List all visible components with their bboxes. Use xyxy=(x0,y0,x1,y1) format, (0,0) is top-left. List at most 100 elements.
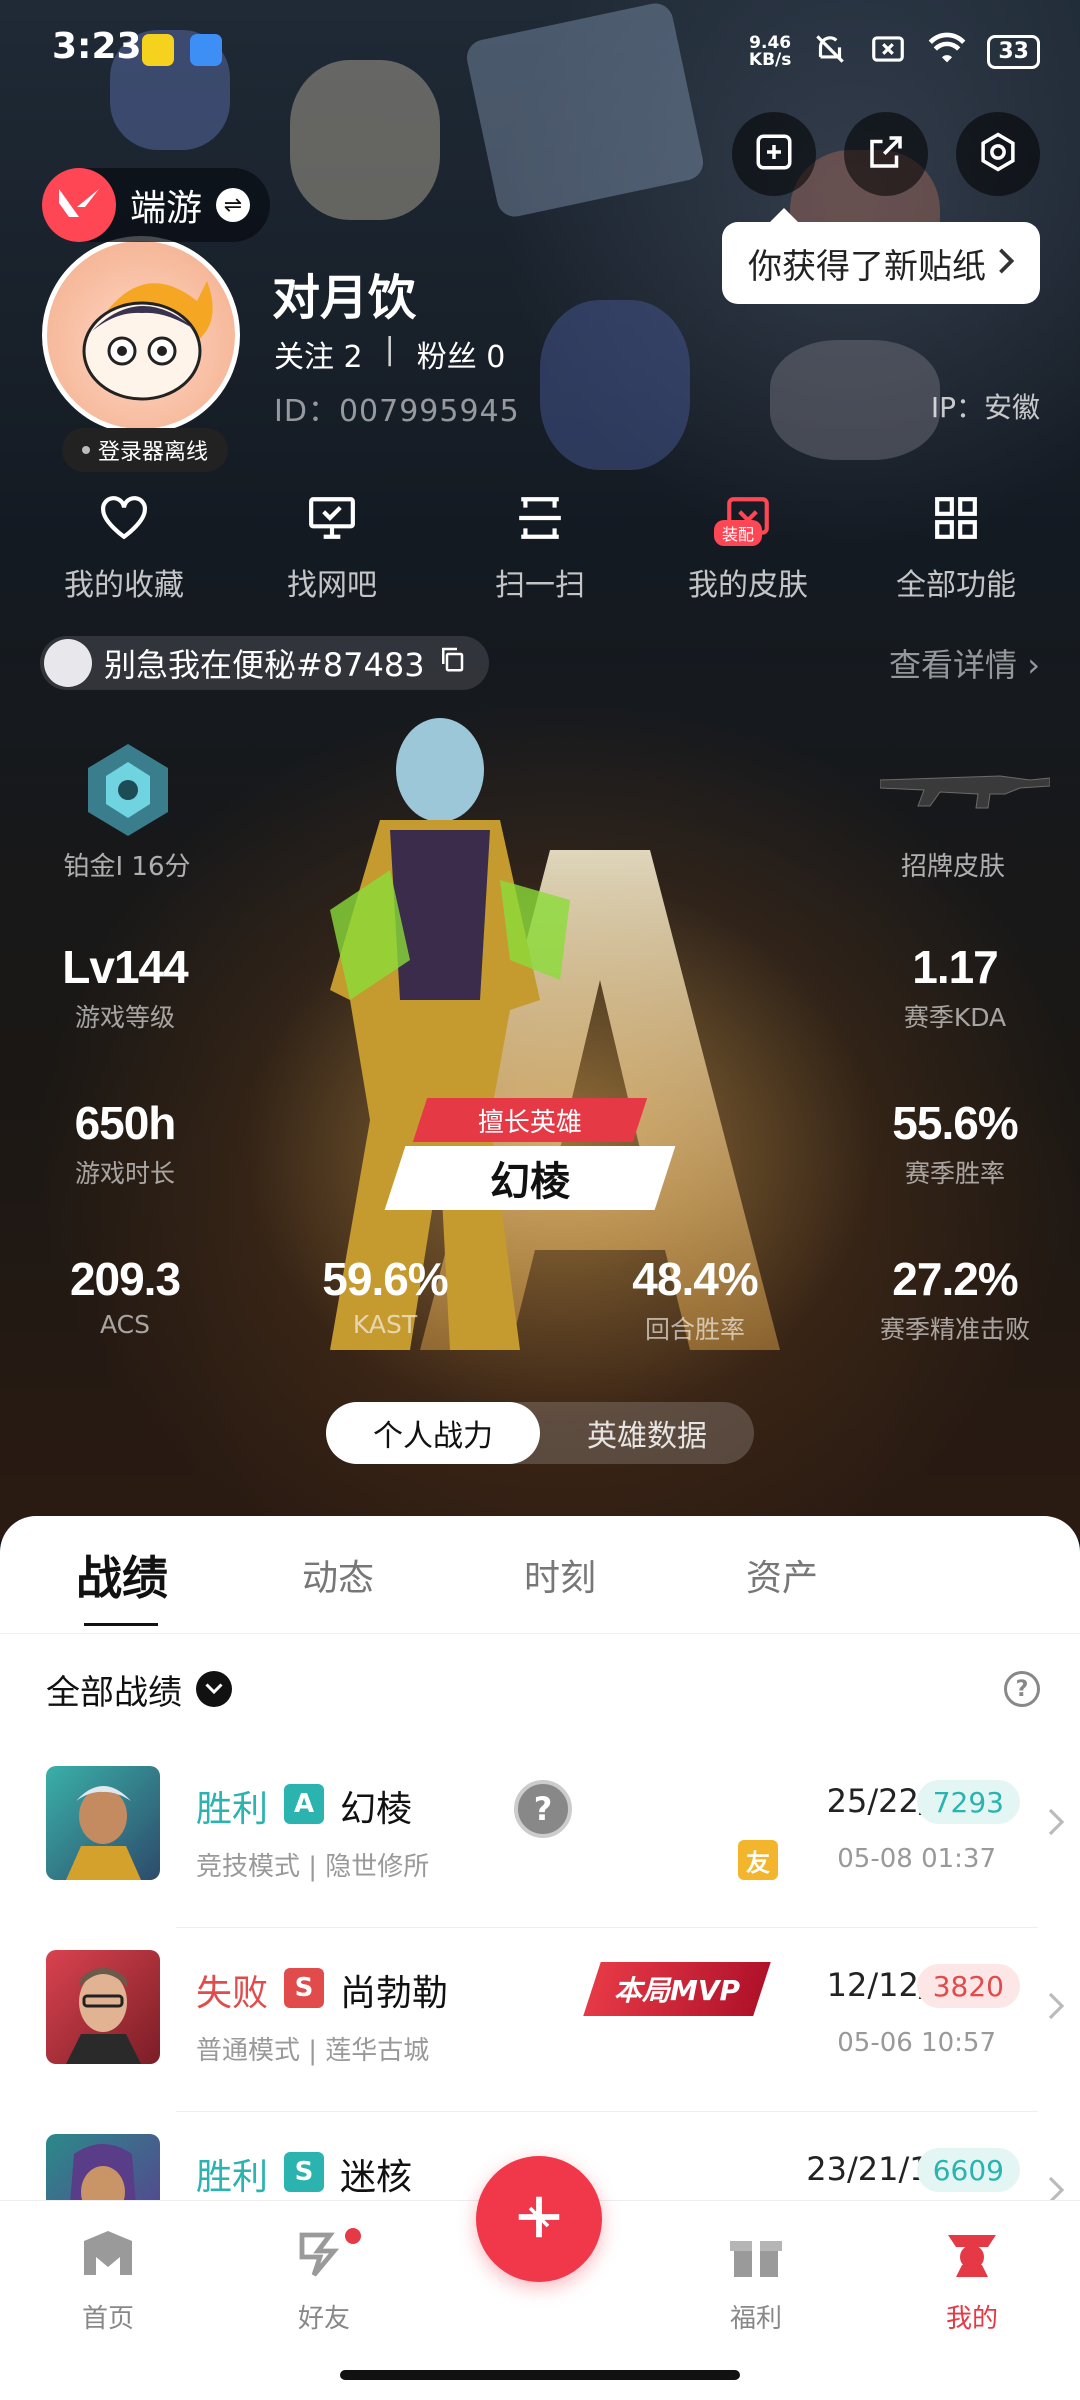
account-avatar xyxy=(44,639,92,687)
user-id: ID：007995945 xyxy=(274,394,520,429)
chevron-right-icon xyxy=(998,243,1015,283)
wifi-icon xyxy=(927,31,967,73)
heart-icon xyxy=(96,490,152,546)
quick-action-favorites[interactable]: 我的收藏 xyxy=(24,490,224,604)
stat-kast: 59.6% KAST xyxy=(322,1253,448,1339)
signature-skin-label: 招牌皮肤 xyxy=(900,852,1005,882)
riot-id-pill[interactable]: 别急我在便秘#87483 xyxy=(40,636,489,690)
match-agent: 尚勃勒 xyxy=(340,1973,449,2014)
valorant-logo-icon xyxy=(42,168,116,242)
equip-badge: 装配 xyxy=(714,520,763,546)
riot-id: 别急我在便秘#87483 xyxy=(104,646,425,684)
home-indicator xyxy=(340,2370,740,2380)
platinum-rank-icon xyxy=(88,744,168,836)
quick-action-skins[interactable]: 装配 我的皮肤 xyxy=(648,490,848,604)
stat-round-winrate: 48.4% 回合胜率 xyxy=(632,1253,758,1344)
share-icon xyxy=(865,131,907,177)
sticker-6[interactable] xyxy=(770,340,940,460)
tab-records[interactable]: 战绩 xyxy=(44,1542,266,1626)
sticker-5[interactable] xyxy=(540,300,690,470)
weapon-skin-icon[interactable] xyxy=(880,758,1050,818)
tab-assets[interactable]: 资产 xyxy=(710,1549,932,1601)
best-hero-badge: 擅长英雄 幻棱 xyxy=(380,1098,680,1210)
stat-winrate: 55.6% 赛季胜率 xyxy=(892,1097,1018,1188)
match-score: 3820 xyxy=(916,1964,1020,2008)
agent-avatar xyxy=(46,1950,160,2064)
nav-me[interactable]: 我的 xyxy=(902,2229,1042,2335)
share-button[interactable] xyxy=(844,112,928,196)
status-dot xyxy=(82,446,90,454)
records-filter-dropdown[interactable]: 全部战绩 xyxy=(46,1665,232,1714)
follow-stats: 关注 2 | 粉丝 0 xyxy=(274,332,505,376)
skin-icon: 装配 xyxy=(714,490,776,546)
nav-rewards[interactable]: 福利 xyxy=(686,2229,826,2335)
tab-feed[interactable]: 动态 xyxy=(266,1549,488,1601)
sticker-add-icon xyxy=(753,131,795,177)
username: 对月饮 xyxy=(272,270,417,326)
quick-action-scan[interactable]: 扫一扫 xyxy=(440,490,640,604)
rank-label: 铂金I 16分 xyxy=(63,852,191,882)
copy-icon[interactable] xyxy=(437,644,467,682)
match-agent: 幻棱 xyxy=(340,1789,413,1830)
match-result: 胜利 xyxy=(196,1789,269,1830)
quick-action-net-cafe[interactable]: 找网吧 xyxy=(232,490,432,604)
help-icon[interactable]: ? xyxy=(1004,1671,1040,1707)
login-status-badge: 登录器离线 xyxy=(62,428,229,472)
quick-action-all[interactable]: 全部功能 xyxy=(856,490,1056,604)
grid-icon xyxy=(928,490,984,546)
nav-friends[interactable]: 好友 xyxy=(254,2225,394,2335)
quick-actions: 我的收藏 找网吧 扫一扫 装配 我的皮肤 全部功能 xyxy=(0,490,1080,604)
app-notification-icon xyxy=(142,34,174,66)
view-details-link[interactable]: 查看详情 › xyxy=(889,640,1040,686)
match-item[interactable]: 失败 S 尚勃勒 本局MVP 普通模式 | 莲华古城 12/12/2 3820 … xyxy=(46,1928,1080,2112)
nav-home[interactable]: 首页 xyxy=(38,2229,178,2335)
top-actions xyxy=(732,112,1040,196)
app-notification-icon-2 xyxy=(190,34,222,66)
sticker-toast-text: 你获得了新贴纸 xyxy=(748,246,986,287)
user-avatar[interactable] xyxy=(42,236,240,434)
ip-location: IP：安徽 xyxy=(930,391,1040,424)
home-icon xyxy=(80,2229,136,2286)
records-filter-row: 全部战绩 ? xyxy=(0,1634,1080,1744)
best-hero-tag: 擅长英雄 xyxy=(412,1098,648,1142)
battery-indicator: 33 xyxy=(987,35,1040,69)
best-hero-name: 幻棱 xyxy=(384,1146,676,1210)
match-score: 6609 xyxy=(916,2148,1020,2192)
status-time: 3:23 xyxy=(52,26,142,67)
status-bar: 3:23 9.46 KB/s 33 xyxy=(0,0,1080,100)
plus-icon xyxy=(512,2190,566,2248)
fans-count[interactable]: 粉丝 0 xyxy=(417,332,506,376)
following-count[interactable]: 关注 2 xyxy=(274,332,363,376)
tab-moments[interactable]: 时刻 xyxy=(488,1549,710,1601)
friend-badge: 友 xyxy=(738,1840,778,1880)
match-grade: S xyxy=(284,1968,324,2008)
match-result: 胜利 xyxy=(196,2157,269,2198)
match-mode: 竞技模式 | 隐世修所 xyxy=(196,1852,430,1882)
segment-personal-power[interactable]: 个人战力 xyxy=(326,1402,540,1464)
gear-icon xyxy=(977,131,1019,177)
scan-icon xyxy=(512,490,568,546)
mvp-badge: 本局MVP xyxy=(583,1962,771,2016)
settings-button[interactable] xyxy=(956,112,1040,196)
profile-icon xyxy=(944,2229,1000,2286)
stat-hours: 650h 游戏时长 xyxy=(74,1097,177,1188)
stat-kda: 1.17 赛季KDA xyxy=(903,941,1007,1032)
create-post-button[interactable] xyxy=(476,2156,602,2282)
add-sticker-button[interactable] xyxy=(732,112,816,196)
chevron-right-icon xyxy=(1048,1808,1065,1840)
sim-off-icon xyxy=(869,30,907,74)
stat-precision: 27.2% 赛季精准击败 xyxy=(879,1253,1030,1344)
game-switcher[interactable]: 端游 ⇌ xyxy=(42,168,271,242)
stat-level: Lv144 游戏等级 xyxy=(62,941,188,1032)
match-result: 失败 xyxy=(196,1973,269,2014)
question-icon[interactable]: ? xyxy=(514,1780,572,1838)
swap-icon: ⇌ xyxy=(216,188,251,222)
content-tabs: 战绩 动态 时刻 资产 xyxy=(0,1516,1080,1634)
new-sticker-toast[interactable]: 你获得了新贴纸 xyxy=(722,208,1040,304)
chevron-right-icon xyxy=(1048,1992,1065,2024)
match-item[interactable]: 胜利 A 幻棱 ? 竞技模式 | 隐世修所 25/22/7 7293 友 05-… xyxy=(46,1744,1080,1928)
stat-acs: 209.3 ACS xyxy=(69,1253,181,1339)
monitor-icon xyxy=(304,490,360,546)
match-mode: 普通模式 | 莲华古城 xyxy=(196,2036,430,2066)
segment-hero-data[interactable]: 英雄数据 xyxy=(540,1402,754,1464)
